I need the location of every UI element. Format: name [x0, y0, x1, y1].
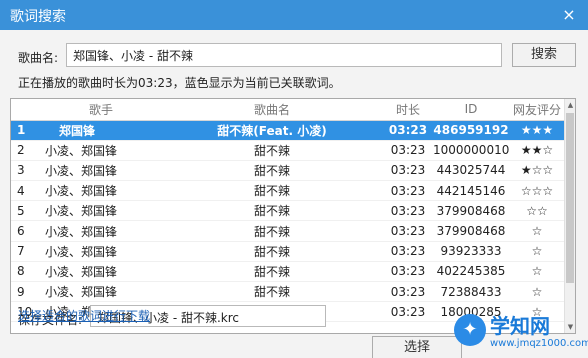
- info-text: 正在播放的歌曲时长为03:23，蓝色显示为当前已关联歌词。: [18, 76, 341, 90]
- row-id: 93923333: [433, 241, 509, 262]
- row-song: 甜不辣: [161, 261, 383, 283]
- table-row[interactable]: 7 小凌、郑国锋 甜不辣 03:23 93923333 ☆: [11, 241, 565, 262]
- row-num: 1: [11, 120, 41, 141]
- row-rating: ☆☆: [509, 200, 565, 222]
- row-rating: ★★☆: [509, 140, 565, 161]
- close-icon[interactable]: ×: [558, 4, 580, 26]
- row-num: 4: [11, 180, 41, 202]
- row-id: 379908468: [433, 220, 509, 242]
- row-rating: ☆: [509, 281, 565, 303]
- row-song: 甜不辣(Feat. 小凌): [161, 120, 383, 141]
- row-duration: 03:23: [383, 140, 433, 161]
- row-id: 1000000010: [433, 140, 509, 161]
- globe-icon: ✦: [454, 314, 486, 346]
- row-song: 甜不辣: [161, 220, 383, 242]
- song-name-label: 歌曲名:: [18, 51, 59, 65]
- col-rating-header[interactable]: 网友评分: [509, 99, 565, 121]
- col-duration-header[interactable]: 时长: [383, 99, 433, 121]
- table-header: 歌手 歌曲名 时长 ID 网友评分: [11, 99, 565, 121]
- row-num: 9: [11, 281, 41, 303]
- table-row[interactable]: 1 郑国锋 甜不辣(Feat. 小凌) 03:23 486959192 ★★★: [11, 120, 565, 141]
- table-row[interactable]: 6 小凌、郑国锋 甜不辣 03:23 379908468 ☆: [11, 220, 565, 242]
- row-num: 6: [11, 220, 41, 242]
- table-row[interactable]: 2 小凌、郑国锋 甜不辣 03:23 1000000010 ★★☆: [11, 140, 565, 161]
- col-num-header[interactable]: [11, 99, 41, 121]
- row-duration: 03:23: [383, 160, 433, 182]
- row-rating: ★★★: [509, 120, 565, 141]
- scroll-thumb[interactable]: [566, 113, 574, 283]
- row-duration: 03:23: [383, 301, 433, 323]
- row-duration: 03:23: [383, 241, 433, 262]
- search-button[interactable]: 搜索: [512, 43, 576, 67]
- col-song-header[interactable]: 歌曲名: [161, 99, 383, 121]
- row-num: 8: [11, 261, 41, 283]
- row-num: 5: [11, 200, 41, 222]
- row-singer: 小凌、郑国锋: [41, 200, 161, 222]
- row-num: 2: [11, 140, 41, 161]
- row-duration: 03:23: [383, 281, 433, 303]
- watermark-url: www.jmqz1000.com: [490, 338, 588, 349]
- select-button[interactable]: 选择: [372, 336, 462, 358]
- row-singer: 小凌、郑国锋: [41, 241, 161, 262]
- row-duration: 03:23: [383, 200, 433, 222]
- row-rating: ☆☆☆: [509, 180, 565, 202]
- vertical-scrollbar[interactable]: ▲ ▼: [564, 99, 575, 333]
- row-singer: 小凌、郑国锋: [41, 160, 161, 182]
- scroll-up-icon[interactable]: ▲: [565, 99, 575, 111]
- row-singer: 小凌、郑国锋: [41, 261, 161, 283]
- row-song: 甜不辣: [161, 160, 383, 182]
- row-rating: ★☆☆: [509, 160, 565, 182]
- row-singer: 小凌、郑国锋: [41, 220, 161, 242]
- col-singer-header[interactable]: 歌手: [41, 99, 161, 121]
- col-id-header[interactable]: ID: [433, 99, 509, 121]
- row-song: 甜不辣: [161, 241, 383, 262]
- table-row[interactable]: 5 小凌、郑国锋 甜不辣 03:23 379908468 ☆☆: [11, 200, 565, 222]
- row-duration: 03:23: [383, 120, 433, 141]
- row-id: 486959192: [433, 120, 509, 141]
- table-row[interactable]: 3 小凌、郑国锋 甜不辣 03:23 443025744 ★☆☆: [11, 160, 565, 182]
- row-id: 442145146: [433, 180, 509, 202]
- table-row[interactable]: 4 小凌、郑国锋 甜不辣 03:23 442145146 ☆☆☆: [11, 180, 565, 202]
- watermark-logo: ✦ 学知网 www.jmqz1000.com: [454, 310, 588, 354]
- watermark-text: 学知网: [490, 314, 550, 338]
- window-title: 歌词搜索: [10, 9, 66, 25]
- row-duration: 03:23: [383, 261, 433, 283]
- row-duration: 03:23: [383, 180, 433, 202]
- title-bar: 歌词搜索 ×: [0, 0, 588, 30]
- row-singer: 小凌、郑国锋: [41, 140, 161, 161]
- row-duration: 03:23: [383, 220, 433, 242]
- row-singer: 小凌、郑国锋: [41, 180, 161, 202]
- song-name-input[interactable]: 郑国锋、小凌 - 甜不辣: [66, 43, 502, 67]
- table-row[interactable]: 8 小凌、郑国锋 甜不辣 03:23 402245385 ☆: [11, 261, 565, 283]
- row-song: 甜不辣: [161, 140, 383, 161]
- results-table: 歌手 歌曲名 时长 ID 网友评分 1 郑国锋 甜不辣(Feat. 小凌) 03…: [10, 98, 576, 334]
- row-id: 379908468: [433, 200, 509, 222]
- row-rating: ☆: [509, 241, 565, 262]
- row-song: 甜不辣: [161, 180, 383, 202]
- row-rating: ☆: [509, 261, 565, 283]
- row-singer: 郑国锋: [41, 120, 161, 141]
- row-id: 72388433: [433, 281, 509, 303]
- download-lyrics-link[interactable]: 选择适合的歌词进行下载: [18, 307, 150, 324]
- row-singer: 小凌、郑国锋: [41, 281, 161, 303]
- table-row[interactable]: 9 小凌、郑国锋 甜不辣 03:23 72388433 ☆: [11, 281, 565, 303]
- row-id: 402245385: [433, 261, 509, 283]
- row-rating: ☆: [509, 220, 565, 242]
- row-num: 3: [11, 160, 41, 182]
- row-song: 甜不辣: [161, 281, 383, 303]
- row-song: 甜不辣: [161, 200, 383, 222]
- row-num: 7: [11, 241, 41, 262]
- row-id: 443025744: [433, 160, 509, 182]
- lyrics-search-dialog: 歌曲名: 郑国锋、小凌 - 甜不辣 搜索 正在播放的歌曲时长为03:23，蓝色显…: [0, 30, 588, 358]
